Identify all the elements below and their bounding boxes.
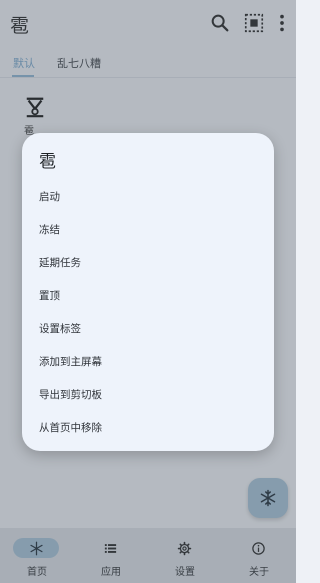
menu-item-deferred-task[interactable]: 延期任务 <box>22 246 274 279</box>
menu-item-pin-top[interactable]: 置顶 <box>22 279 274 312</box>
menu-item-add-to-home[interactable]: 添加到主屏幕 <box>22 345 274 378</box>
menu-item-export-clipboard[interactable]: 导出到剪切板 <box>22 378 274 411</box>
app-actions-dialog: 雹 启动 冻结 延期任务 置顶 设置标签 添加到主屏幕 导出到剪切板 从首页中移… <box>22 133 274 451</box>
menu-item-launch[interactable]: 启动 <box>22 180 274 213</box>
menu-item-remove-from-home[interactable]: 从首页中移除 <box>22 411 274 444</box>
menu-item-freeze[interactable]: 冻结 <box>22 213 274 246</box>
menu-item-set-tag[interactable]: 设置标签 <box>22 312 274 345</box>
dialog-title: 雹 <box>39 152 56 172</box>
